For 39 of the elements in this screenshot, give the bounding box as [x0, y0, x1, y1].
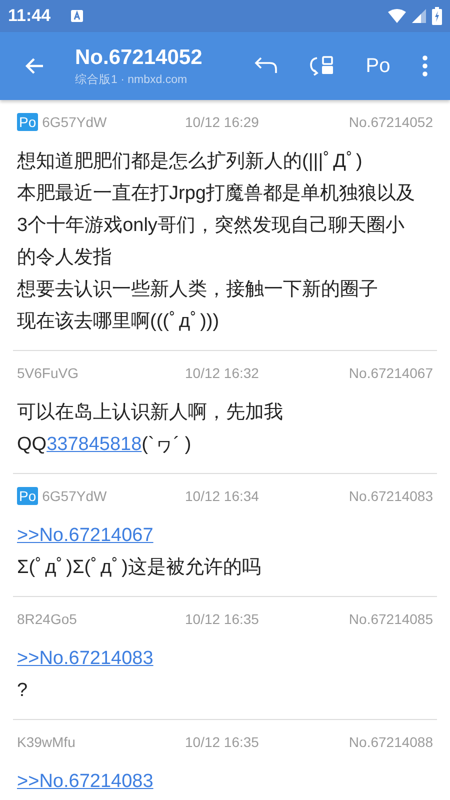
post-number: No.67214085 [348, 611, 433, 627]
user-id: K39wMfu [17, 734, 76, 750]
po-only-button[interactable]: Po [356, 44, 400, 88]
post-text: 想要去认识一些新人类，接触一下新的圈子 [17, 278, 379, 302]
post-text: Σ(ﾟдﾟ)Σ(ﾟдﾟ)这是被允许的吗 [17, 556, 262, 580]
signal-icon [412, 9, 426, 23]
post-number: No.67214067 [348, 365, 433, 381]
po-badge: Po [17, 487, 38, 505]
user-id: 6G57YdW [42, 488, 107, 504]
user-id: 8R24Go5 [17, 611, 77, 627]
clock: 11:44 [8, 6, 51, 26]
wifi-icon [388, 9, 406, 23]
board-subtitle: 综合版1 · nmbxd.com [75, 72, 188, 86]
quote-link[interactable]: >>No.67214083 [17, 771, 154, 792]
quote-link[interactable]: >>No.67214083 [17, 648, 154, 669]
post-text: ? [17, 679, 29, 703]
thread-title: No.67214052 [75, 46, 204, 70]
notification-icon [70, 10, 83, 22]
quote-link[interactable]: >>No.67214067 [17, 525, 154, 546]
post-time: 10/12 16:34 [185, 488, 260, 504]
post-time: 10/12 16:32 [185, 365, 260, 381]
loop-layout-icon [308, 54, 336, 78]
user-id: 5V6FuVG [17, 365, 78, 381]
post-text: 想知道肥肥们都是怎么扩列新人的(|||ﾟДﾟ) [17, 150, 364, 174]
battery-icon [432, 7, 442, 25]
post-number: No.67214088 [348, 734, 433, 750]
post-time: 10/12 16:29 [185, 114, 260, 130]
more-icon [422, 55, 428, 77]
post-text: 现在该去哪里啊(((ﾟдﾟ))) [17, 310, 220, 334]
post-time: 10/12 16:35 [185, 734, 260, 750]
po-badge: Po [17, 113, 38, 131]
post-text: QQ337845818(`ヮ´ ) [17, 433, 192, 457]
post-number: No.67214052 [348, 114, 433, 130]
post-number: No.67214083 [348, 488, 433, 504]
post-time: 10/12 16:35 [185, 611, 260, 627]
post-text: 本肥最近一直在打Jrpg打魔兽都是单机独狼以及3个十年游戏only哥们，突然发现自己聊天圈小的令人发指 [17, 182, 416, 270]
user-id: 6G57YdW [42, 114, 107, 130]
number-link[interactable]: 337845818 [46, 434, 142, 455]
post-text: 可以在岛上认识新人啊，先加我 [17, 401, 284, 425]
